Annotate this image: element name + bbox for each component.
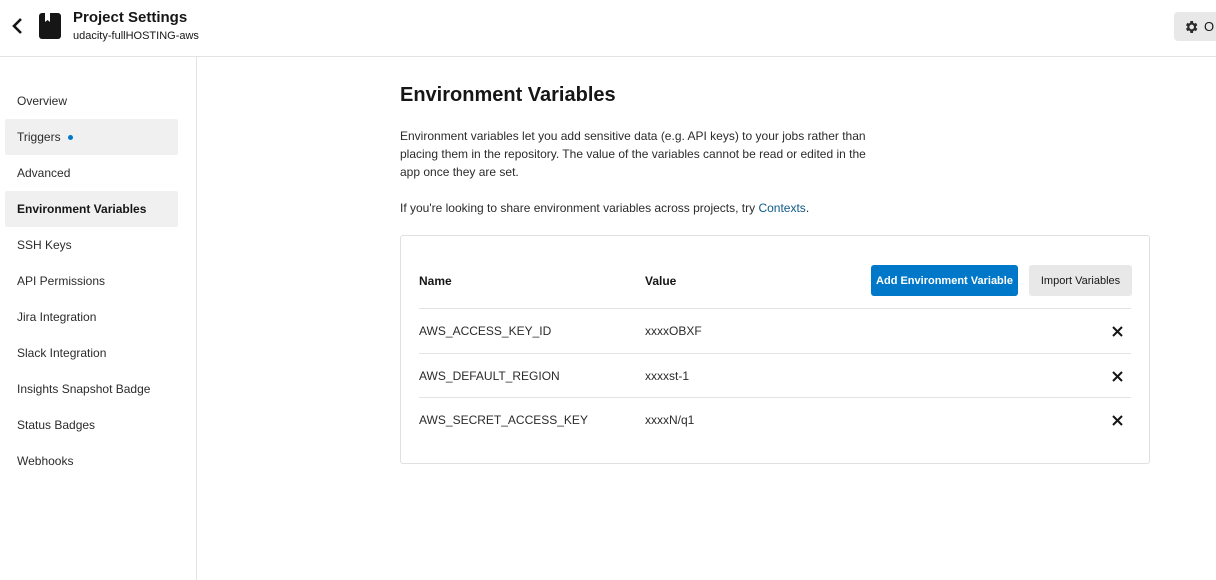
sidebar-item-label: Triggers (17, 130, 61, 144)
sidebar-item-overview[interactable]: Overview (5, 83, 178, 119)
notification-dot (67, 134, 73, 140)
page-header-title: Project Settings (73, 9, 188, 26)
sidebar-item-label: Webhooks (17, 454, 74, 468)
env-var-value: xxxxst-1 (645, 369, 690, 383)
sidebar-item-label: Environment Variables (17, 202, 147, 216)
column-header-value: Value (645, 274, 677, 288)
book-icon (39, 13, 61, 39)
sidebar-item-label: SSH Keys (17, 238, 72, 252)
top-header: Project Settings udacity-fullHOSTING-aws… (0, 0, 1216, 57)
sidebar-item-label: Advanced (17, 166, 71, 180)
delete-env-var-button[interactable] (1109, 412, 1125, 428)
env-var-name: AWS_DEFAULT_REGION (419, 369, 560, 383)
import-variables-button[interactable]: Import Variables (1029, 265, 1132, 296)
sidebar-item-triggers[interactable]: Triggers (5, 119, 178, 155)
contexts-hint: If you're looking to share environment v… (400, 199, 809, 217)
sidebar-item-label: API Permissions (17, 274, 106, 288)
close-icon (1111, 370, 1123, 382)
sidebar-item-label: Jira Integration (17, 310, 97, 324)
page-title: Environment Variables (400, 84, 616, 106)
table-row: AWS_ACCESS_KEY_ID xxxxOBXF (419, 308, 1131, 352)
contexts-link[interactable]: Contexts (758, 201, 805, 215)
env-vars-card: Name Value Add Environment Variable Impo… (400, 235, 1150, 464)
settings-button[interactable]: O (1174, 12, 1216, 41)
settings-nav: Overview Triggers Advanced Environment V… (5, 83, 178, 479)
env-var-name: AWS_ACCESS_KEY_ID (419, 324, 552, 338)
sidebar-item-label: Overview (17, 94, 68, 108)
settings-label: O (1204, 19, 1215, 34)
project-name: udacity-fullHOSTING-aws (73, 30, 199, 42)
sidebar-item-label: Insights Snapshot Badge (17, 382, 151, 396)
contexts-hint-suffix: . (805, 201, 810, 215)
settings-sidebar: Overview Triggers Advanced Environment V… (0, 57, 197, 580)
sidebar-item-slack-integration[interactable]: Slack Integration (5, 335, 178, 371)
sidebar-item-label: Status Badges (17, 418, 96, 432)
table-row: AWS_SECRET_ACCESS_KEY xxxxN/q1 (419, 397, 1131, 441)
sidebar-item-api-permissions[interactable]: API Permissions (5, 263, 178, 299)
delete-env-var-button[interactable] (1109, 368, 1125, 384)
page-description: Environment variables let you add sensit… (400, 129, 866, 179)
delete-env-var-button[interactable] (1109, 323, 1125, 339)
env-var-value: xxxxN/q1 (645, 413, 695, 427)
env-var-name: AWS_SECRET_ACCESS_KEY (419, 413, 588, 427)
chevron-left-icon (12, 18, 22, 34)
sidebar-item-status-badges[interactable]: Status Badges (5, 407, 178, 443)
column-header-name: Name (419, 274, 452, 288)
sidebar-item-webhooks[interactable]: Webhooks (5, 443, 178, 479)
back-button[interactable] (6, 14, 28, 38)
sidebar-item-jira-integration[interactable]: Jira Integration (5, 299, 178, 335)
close-icon (1111, 325, 1123, 337)
sidebar-item-ssh-keys[interactable]: SSH Keys (5, 227, 178, 263)
contexts-hint-text: If you're looking to share environment v… (400, 201, 759, 215)
sidebar-item-label: Slack Integration (17, 346, 107, 360)
gear-icon (1186, 20, 1198, 33)
close-icon (1111, 414, 1123, 426)
sidebar-item-environment-variables[interactable]: Environment Variables (5, 191, 178, 227)
env-var-value: xxxxOBXF (645, 324, 702, 338)
add-environment-variable-button[interactable]: Add Environment Variable (871, 265, 1018, 296)
sidebar-item-advanced[interactable]: Advanced (5, 155, 178, 191)
sidebar-item-insights-snapshot-badge[interactable]: Insights Snapshot Badge (5, 371, 178, 407)
table-row: AWS_DEFAULT_REGION xxxxst-1 (419, 353, 1131, 397)
